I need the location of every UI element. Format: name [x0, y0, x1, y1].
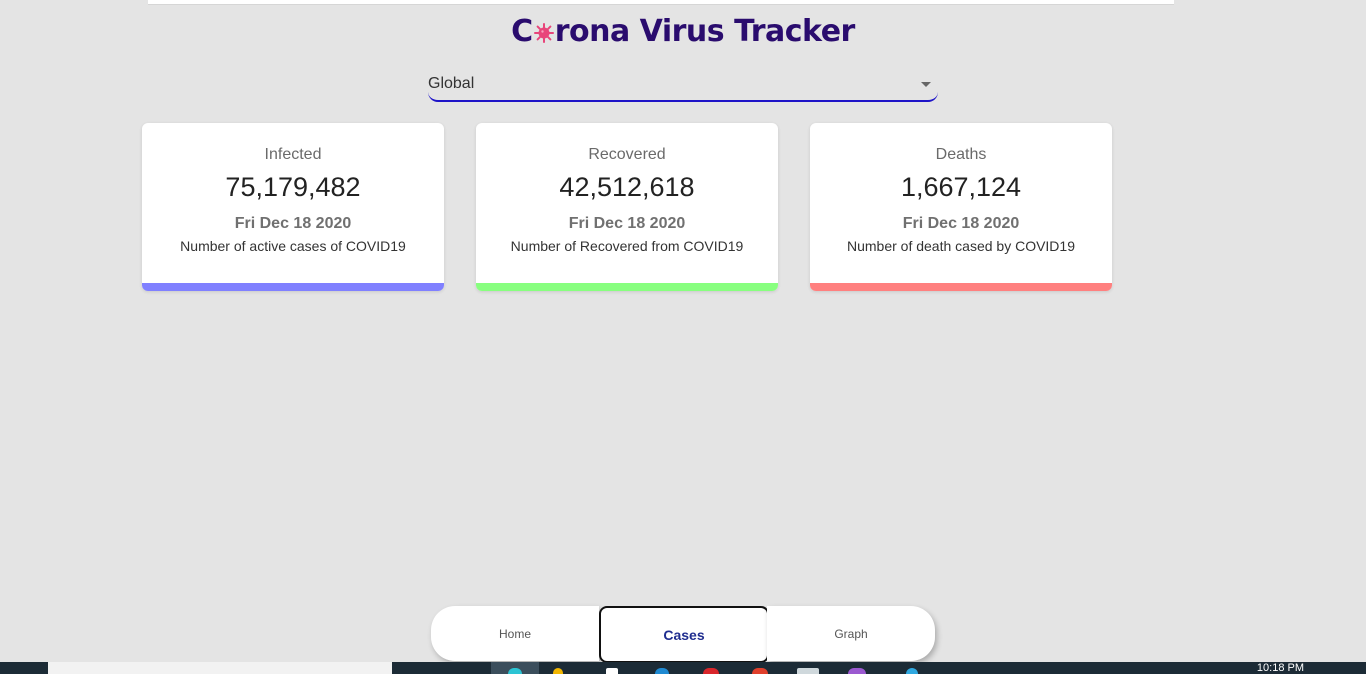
- vscode-icon[interactable]: [655, 668, 669, 674]
- recovered-card: Recovered 42,512,618 Fri Dec 18 2020 Num…: [476, 123, 778, 291]
- discord-icon[interactable]: [848, 668, 866, 674]
- deaths-card: Deaths 1,667,124 Fri Dec 18 2020 Number …: [810, 123, 1112, 291]
- chevron-down-icon: [921, 82, 931, 87]
- card-value: 42,512,618: [559, 172, 695, 202]
- taskbar-clock[interactable]: 10:18 PM: [1257, 663, 1304, 674]
- card-value: 75,179,482: [225, 172, 361, 202]
- virus-icon: [533, 23, 554, 43]
- chrome-icon[interactable]: [703, 668, 719, 674]
- card-description: Number of Recovered from COVID19: [510, 238, 744, 254]
- card-label: Infected: [264, 146, 322, 163]
- infected-color-bar: [142, 283, 444, 291]
- card-date: Fri Dec 18 2020: [568, 215, 686, 232]
- infected-card: Infected 75,179,482 Fri Dec 18 2020 Numb…: [142, 123, 444, 291]
- taskbar-search-box[interactable]: [48, 662, 392, 674]
- recovered-color-bar: [476, 283, 778, 291]
- store-icon[interactable]: [606, 668, 618, 674]
- card-date: Fri Dec 18 2020: [902, 215, 1020, 232]
- os-taskbar: 10:18 PM: [0, 662, 1366, 674]
- card-value: 1,667,124: [900, 172, 1022, 202]
- app-icon[interactable]: [906, 668, 918, 674]
- notepad-icon[interactable]: [797, 668, 819, 674]
- card-date: Fri Dec 18 2020: [234, 215, 352, 232]
- logo-text-end: rona Virus Tracker: [554, 14, 856, 49]
- country-select-value: Global: [428, 75, 475, 92]
- country-select[interactable]: Global: [428, 70, 938, 102]
- logo-text-start: C: [511, 14, 533, 49]
- edge-icon[interactable]: [508, 668, 522, 674]
- file-explorer-icon[interactable]: [553, 668, 563, 674]
- card-description: Number of active cases of COVID19: [180, 238, 406, 254]
- card-description: Number of death cased by COVID19: [846, 238, 1075, 254]
- nav-cases-button[interactable]: Cases: [599, 606, 769, 663]
- nav-home-button[interactable]: Home: [431, 606, 599, 661]
- browser-top-edge: [148, 0, 1174, 5]
- nav-graph-button[interactable]: Graph: [767, 606, 935, 661]
- card-label: Deaths: [935, 146, 987, 163]
- opera-icon[interactable]: [752, 668, 768, 674]
- card-label: Recovered: [588, 146, 666, 163]
- app-logo: C rona Virus Tracker: [0, 14, 1366, 49]
- deaths-color-bar: [810, 283, 1112, 291]
